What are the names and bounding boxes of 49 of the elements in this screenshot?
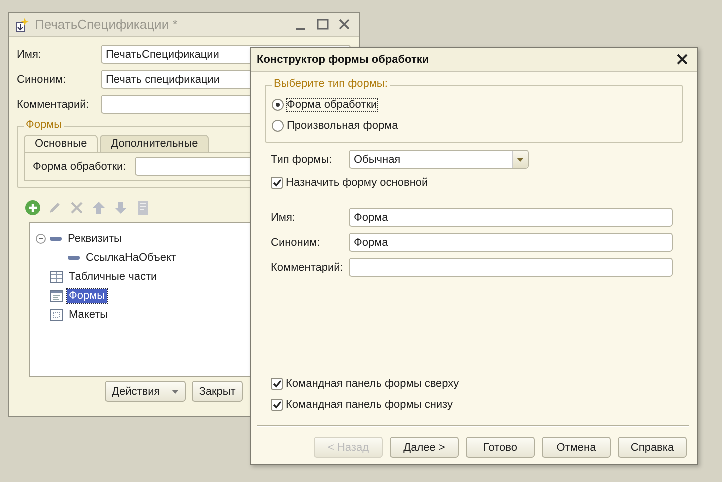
window-title: ПечатьСпецификации * — [35, 17, 179, 32]
radio-button[interactable] — [272, 98, 284, 110]
dialog-button[interactable]: Готово — [466, 437, 535, 458]
maximize-icon[interactable] — [315, 16, 331, 32]
field-label: Форма обработки: — [33, 160, 128, 172]
attribute-icon — [68, 256, 80, 260]
field-label: Комментарий: — [271, 262, 344, 274]
checkbox-label: Командная панель формы снизу — [286, 398, 453, 410]
tree-item[interactable]: Реквизиты — [66, 232, 124, 246]
dialog-button[interactable]: Отмена — [542, 437, 611, 458]
add-icon[interactable] — [25, 200, 41, 216]
radio-button[interactable] — [272, 120, 284, 132]
table-icon — [50, 270, 63, 282]
input-field[interactable]: Форма — [349, 208, 673, 227]
document-icon — [15, 18, 29, 32]
caret-icon — [172, 390, 180, 394]
checkbox[interactable] — [271, 176, 283, 188]
tree-item[interactable]: Формы — [67, 288, 108, 302]
field-label: Имя: — [271, 212, 296, 224]
input-field[interactable]: Форма — [349, 233, 673, 252]
field-label: Комментарий: — [17, 98, 90, 110]
tab[interactable]: Дополнительные — [100, 135, 210, 152]
radio-label: Произвольная форма — [287, 120, 398, 132]
checkbox-label: Командная панель формы сверху — [286, 378, 460, 390]
checkbox[interactable] — [271, 378, 283, 390]
form-icon — [50, 290, 63, 302]
tree-item[interactable]: СсылкаНаОбъект — [84, 250, 178, 264]
tree-item[interactable]: Табличные части — [67, 270, 160, 284]
radio-label: Форма обработки — [287, 98, 378, 110]
field-label: Имя: — [17, 48, 42, 60]
dropdown[interactable]: Обычная — [349, 150, 529, 169]
actions-button[interactable]: Действия — [105, 381, 186, 402]
attribute-icon — [50, 236, 62, 240]
layout-icon — [50, 308, 63, 320]
dialog-button[interactable]: Справка — [618, 437, 687, 458]
field-label: Синоним: — [271, 236, 322, 248]
dialog-button[interactable]: Далее > — [390, 437, 459, 458]
caret-icon[interactable] — [517, 158, 524, 162]
collapse-icon[interactable] — [36, 234, 46, 244]
tree-item[interactable]: Макеты — [67, 308, 110, 322]
input-field[interactable] — [349, 258, 673, 277]
field-label: Тип формы: — [271, 154, 334, 166]
checkbox-label: Назначить форму основной — [286, 176, 428, 188]
checkbox[interactable] — [271, 398, 283, 410]
field-label: Синоним: — [17, 74, 68, 86]
group-title: Формы — [24, 119, 64, 131]
tab[interactable]: Основные — [24, 135, 98, 152]
close-button[interactable]: Закрыт — [192, 381, 243, 402]
group-title: Выберите тип формы: — [272, 78, 390, 90]
